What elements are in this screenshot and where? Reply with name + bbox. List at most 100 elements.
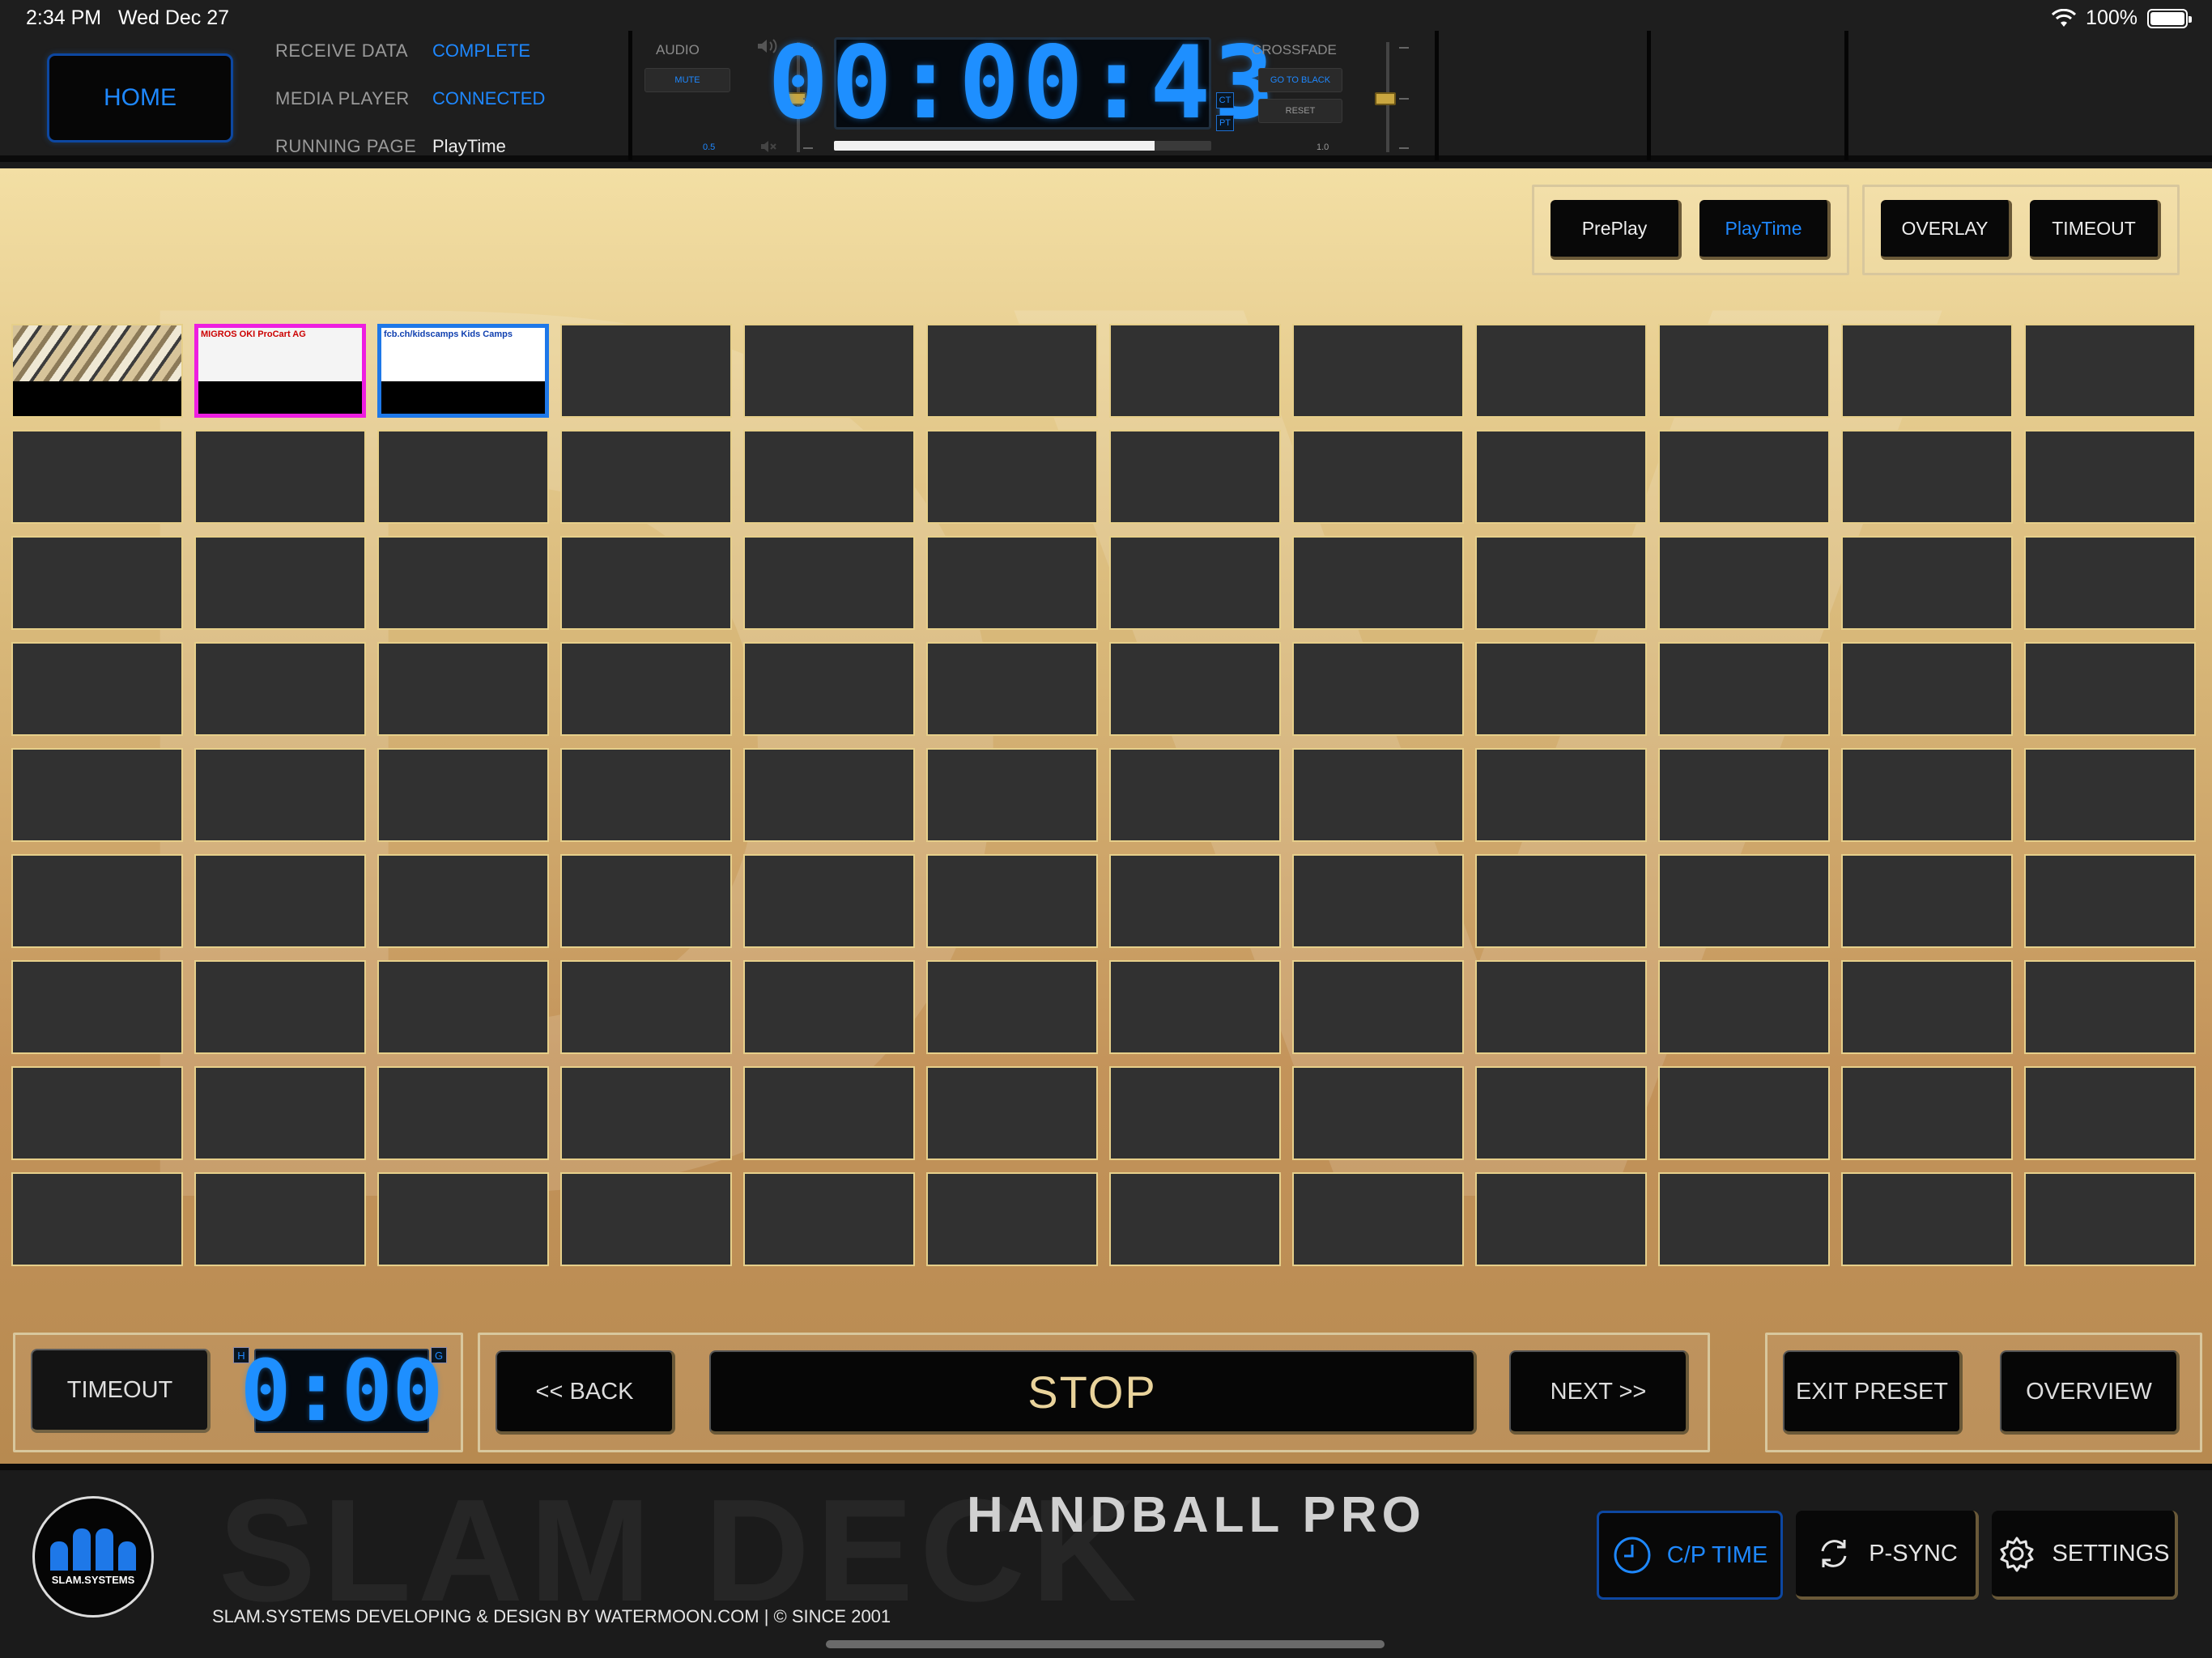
grid-cell[interactable] [2024, 854, 2196, 948]
grid-cell[interactable] [1109, 1066, 1281, 1160]
grid-cell[interactable] [926, 642, 1098, 736]
grid-cell[interactable] [11, 960, 183, 1054]
grid-cell[interactable] [2024, 748, 2196, 842]
pt-toggle[interactable]: PT [1216, 115, 1234, 131]
grid-cell[interactable] [1841, 960, 2013, 1054]
grid-cell[interactable] [2024, 642, 2196, 736]
grid-cell[interactable] [11, 1066, 183, 1160]
grid-cell[interactable] [560, 430, 732, 524]
tab-overlay[interactable]: OVERLAY [1881, 200, 2012, 260]
grid-cell[interactable] [743, 1066, 915, 1160]
grid-cell[interactable] [1841, 748, 2013, 842]
grid-cell[interactable] [1109, 324, 1281, 418]
grid-cell[interactable] [1292, 1172, 1464, 1266]
grid-cell[interactable] [11, 430, 183, 524]
grid-cell[interactable] [926, 536, 1098, 630]
grid-cell[interactable] [377, 642, 549, 736]
grid-cell[interactable] [377, 1066, 549, 1160]
grid-cell[interactable] [194, 642, 366, 736]
grid-cell[interactable] [2024, 430, 2196, 524]
grid-cell[interactable] [11, 536, 183, 630]
grid-cell[interactable] [926, 960, 1098, 1054]
grid-cell[interactable] [560, 854, 732, 948]
grid-cell[interactable] [1292, 430, 1464, 524]
grid-cell-clip[interactable] [11, 324, 183, 418]
grid-cell[interactable] [926, 1172, 1098, 1266]
grid-cell[interactable] [1658, 536, 1830, 630]
grid-cell[interactable] [743, 748, 915, 842]
grid-cell[interactable] [1292, 536, 1464, 630]
grid-cell[interactable] [377, 430, 549, 524]
p-sync-button[interactable]: P-SYNC [1796, 1511, 1979, 1600]
grid-cell[interactable] [560, 1172, 732, 1266]
grid-cell[interactable] [560, 324, 732, 418]
grid-cell[interactable] [1658, 748, 1830, 842]
grid-cell[interactable] [926, 1066, 1098, 1160]
grid-cell[interactable] [560, 1066, 732, 1160]
grid-cell[interactable] [194, 748, 366, 842]
tab-playtime[interactable]: PlayTime [1699, 200, 1831, 260]
grid-cell[interactable] [2024, 1172, 2196, 1266]
grid-cell[interactable] [560, 748, 732, 842]
grid-cell[interactable] [743, 854, 915, 948]
grid-cell[interactable] [743, 324, 915, 418]
grid-cell[interactable] [743, 430, 915, 524]
grid-cell[interactable] [194, 536, 366, 630]
grid-cell[interactable] [194, 1066, 366, 1160]
grid-cell[interactable] [1475, 324, 1647, 418]
grid-cell[interactable] [1109, 854, 1281, 948]
grid-cell[interactable] [2024, 324, 2196, 418]
grid-cell[interactable] [11, 854, 183, 948]
exit-preset-button[interactable]: EXIT PRESET [1783, 1350, 1963, 1435]
crossfade-fader-knob[interactable] [1375, 92, 1396, 105]
grid-cell[interactable] [1109, 1172, 1281, 1266]
grid-cell[interactable] [2024, 1066, 2196, 1160]
grid-cell[interactable] [1109, 748, 1281, 842]
grid-cell[interactable] [1475, 960, 1647, 1054]
grid-cell[interactable] [1109, 536, 1281, 630]
cp-time-button[interactable]: C/P TIME [1597, 1511, 1783, 1600]
mute-button[interactable]: MUTE [644, 68, 730, 92]
grid-cell[interactable] [1475, 748, 1647, 842]
grid-cell-clip[interactable]: MIGROS OKI ProCart AG [194, 324, 366, 418]
grid-cell[interactable] [11, 642, 183, 736]
home-indicator[interactable] [826, 1640, 1385, 1648]
grid-cell[interactable] [1841, 1172, 2013, 1266]
grid-cell[interactable] [1109, 430, 1281, 524]
grid-cell[interactable] [377, 536, 549, 630]
grid-cell[interactable] [11, 748, 183, 842]
grid-cell[interactable] [377, 1172, 549, 1266]
grid-cell[interactable] [194, 960, 366, 1054]
tab-timeout[interactable]: TIMEOUT [2030, 200, 2161, 260]
grid-cell[interactable] [194, 1172, 366, 1266]
grid-cell[interactable] [1475, 430, 1647, 524]
grid-cell[interactable] [560, 960, 732, 1054]
grid-cell[interactable] [1292, 960, 1464, 1054]
grid-cell[interactable] [1475, 854, 1647, 948]
grid-cell[interactable] [1841, 324, 2013, 418]
grid-cell[interactable] [926, 324, 1098, 418]
go-to-black-button[interactable]: GO TO BLACK [1258, 68, 1342, 92]
grid-cell[interactable] [1475, 536, 1647, 630]
grid-cell[interactable] [1292, 324, 1464, 418]
grid-cell[interactable] [926, 854, 1098, 948]
grid-cell[interactable] [743, 642, 915, 736]
grid-cell[interactable] [1658, 1066, 1830, 1160]
guest-team-toggle[interactable]: G [431, 1347, 447, 1363]
grid-cell[interactable] [1475, 1172, 1647, 1266]
grid-cell[interactable] [11, 1172, 183, 1266]
grid-cell[interactable] [377, 960, 549, 1054]
grid-cell[interactable] [1658, 430, 1830, 524]
grid-cell[interactable] [1292, 1066, 1464, 1160]
grid-cell[interactable] [1109, 642, 1281, 736]
grid-cell[interactable] [743, 960, 915, 1054]
grid-cell[interactable] [2024, 536, 2196, 630]
grid-cell[interactable] [1658, 960, 1830, 1054]
settings-button[interactable]: SETTINGS [1992, 1511, 2178, 1600]
grid-cell[interactable] [1841, 642, 2013, 736]
grid-cell[interactable] [926, 748, 1098, 842]
grid-cell[interactable] [1658, 854, 1830, 948]
grid-cell[interactable] [194, 854, 366, 948]
grid-cell[interactable] [1841, 536, 2013, 630]
grid-cell[interactable] [2024, 960, 2196, 1054]
